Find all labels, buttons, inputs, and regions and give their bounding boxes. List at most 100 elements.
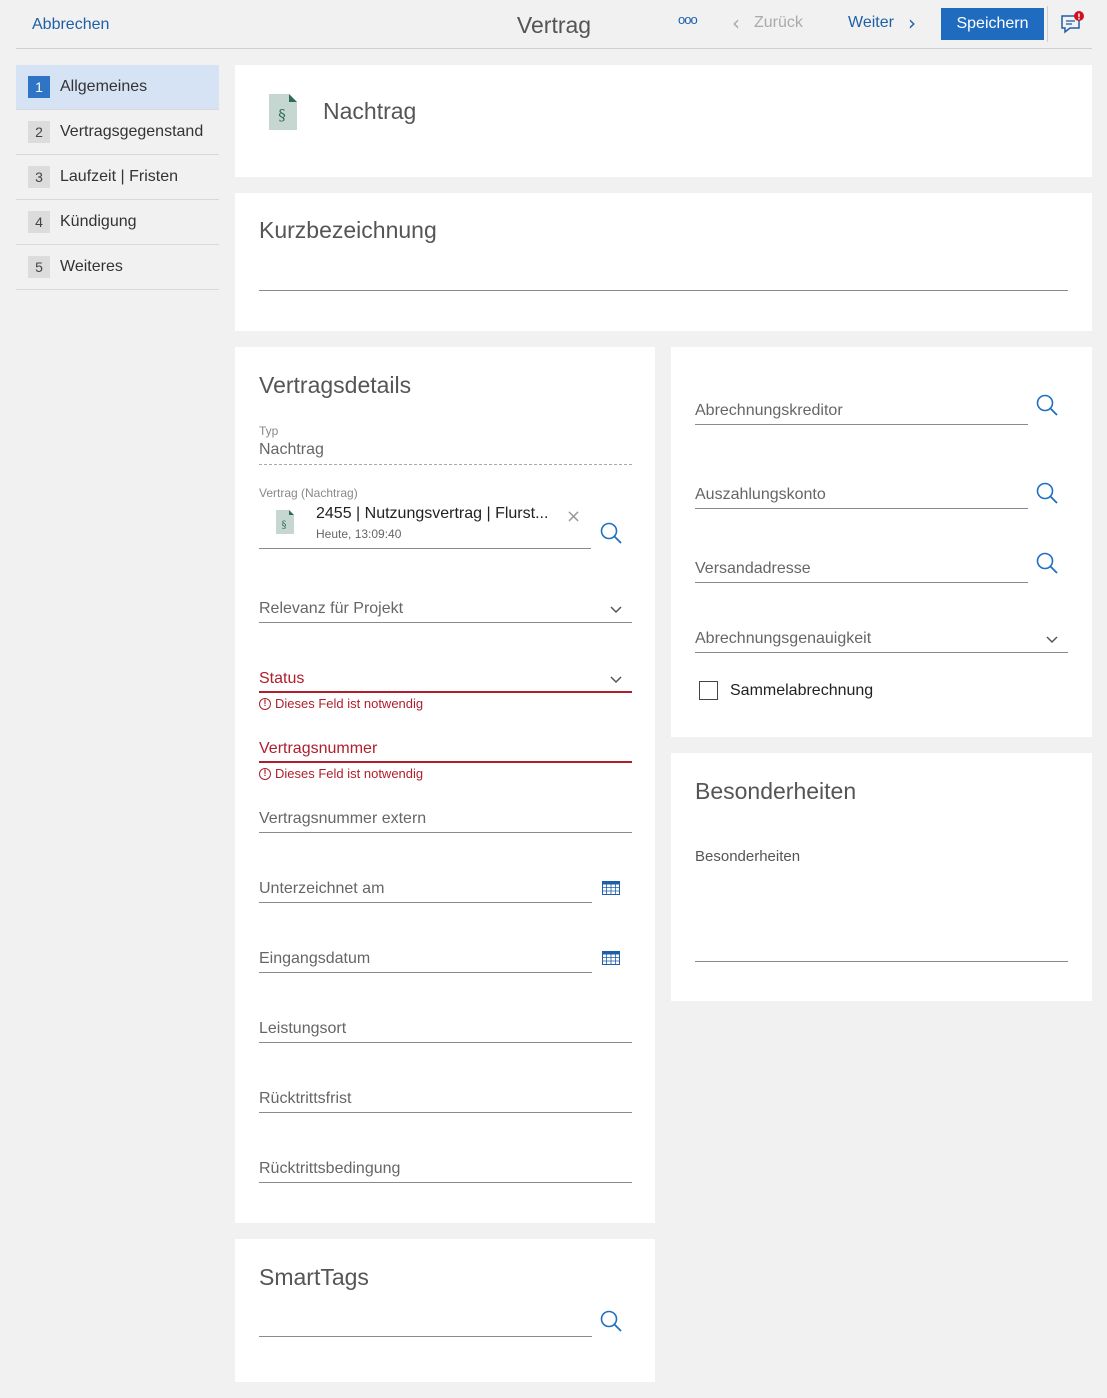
- field-underline: [259, 548, 591, 549]
- typ-value: Nachtrag: [259, 441, 324, 458]
- versandadresse-field[interactable]: Versandadresse: [695, 560, 1028, 583]
- clear-icon[interactable]: ×: [566, 506, 581, 527]
- leistungsort-field[interactable]: Leistungsort: [259, 1020, 632, 1043]
- step-number: 2: [28, 121, 50, 143]
- eingangsdatum-label: Eingangsdatum: [259, 950, 371, 967]
- section-title: SmartTags: [259, 1264, 369, 1290]
- field-underline: [259, 1112, 632, 1113]
- field-underline: [259, 761, 632, 763]
- error-icon: !: [259, 697, 271, 710]
- more-options-button[interactable]: ooo: [678, 12, 698, 27]
- sidebar: 1 Allgemeines 2 Vertragsgegenstand 3 Lau…: [16, 65, 219, 290]
- chat-icon: !: [1061, 11, 1084, 34]
- sidebar-item-label: Vertragsgegenstand: [60, 123, 204, 140]
- field-underline: [259, 902, 592, 903]
- unterzeichnet-am-label: Unterzeichnet am: [259, 880, 385, 897]
- checkbox-box[interactable]: [699, 681, 718, 700]
- sidebar-item-laufzeit[interactable]: 3 Laufzeit | Fristen: [16, 155, 219, 200]
- field-underline: [259, 290, 1068, 291]
- calendar-icon[interactable]: [602, 881, 620, 895]
- linked-contract-timestamp: Heute, 13:09:40: [316, 527, 402, 541]
- smarttags-card: SmartTags: [235, 1239, 655, 1382]
- sidebar-item-kuendigung[interactable]: 4 Kündigung: [16, 200, 219, 245]
- abrechnungsgenauigkeit-label: Abrechnungsgenauigkeit: [695, 630, 872, 647]
- field-underline: [259, 691, 632, 693]
- vertrag-nachtrag-field[interactable]: Vertrag (Nachtrag) § 2455 | Nutzungsvert…: [259, 486, 591, 549]
- sidebar-item-label: Weiteres: [60, 258, 123, 275]
- divider: [1047, 6, 1048, 42]
- calendar-icon[interactable]: [602, 951, 620, 965]
- field-underline: [695, 582, 1028, 583]
- sammelabrechnung-checkbox[interactable]: Sammelabrechnung: [699, 681, 873, 700]
- kurzbezeichnung-label: Kurzbezeichnung: [259, 217, 437, 243]
- unterzeichnet-am-field[interactable]: Unterzeichnet am: [259, 880, 592, 903]
- sidebar-item-vertragsgegenstand[interactable]: 2 Vertragsgegenstand: [16, 110, 219, 155]
- leistungsort-label: Leistungsort: [259, 1020, 347, 1037]
- besonderheiten-card: Besonderheiten Besonderheiten: [671, 753, 1092, 1001]
- record-title: Nachtrag: [323, 98, 417, 124]
- versandadresse-label: Versandadresse: [695, 560, 811, 577]
- sammelabrechnung-label: Sammelabrechnung: [730, 681, 874, 699]
- error-icon: !: [259, 767, 271, 780]
- chevron-left-icon: ‹: [732, 11, 740, 35]
- eingangsdatum-field[interactable]: Eingangsdatum: [259, 950, 592, 973]
- ruecktrittsbedingung-field[interactable]: Rücktrittsbedingung: [259, 1160, 632, 1183]
- sidebar-item-allgemeines[interactable]: 1 Allgemeines: [16, 65, 219, 110]
- ruecktrittsfrist-field[interactable]: Rücktrittsfrist: [259, 1090, 632, 1113]
- smarttags-input[interactable]: [259, 1315, 592, 1337]
- vertragsnummer-extern-label: Vertragsnummer extern: [259, 810, 427, 827]
- save-button[interactable]: Speichern: [941, 8, 1044, 40]
- search-icon[interactable]: [1035, 481, 1059, 505]
- search-icon[interactable]: [1035, 551, 1059, 575]
- contract-document-icon: §: [269, 94, 297, 130]
- abrechnungskreditor-field[interactable]: Abrechnungskreditor: [695, 402, 1028, 425]
- besonderheiten-label: Besonderheiten: [695, 848, 801, 865]
- vertrag-nachtrag-label: Vertrag (Nachtrag): [259, 486, 358, 500]
- linked-contract-title[interactable]: 2455 | Nutzungsvertrag | Flurst...: [316, 505, 548, 523]
- auszahlungskonto-field[interactable]: Auszahlungskonto: [695, 486, 1028, 509]
- section-title: Vertragsdetails: [259, 372, 412, 398]
- error-text: Dieses Feld ist notwendig: [275, 696, 424, 711]
- ruecktrittsbedingung-label: Rücktrittsbedingung: [259, 1160, 401, 1177]
- back-button[interactable]: ‹ Zurück: [732, 11, 803, 35]
- sidebar-item-label: Allgemeines: [60, 78, 148, 95]
- chat-notification-button[interactable]: !: [1060, 11, 1084, 35]
- step-number: 3: [28, 166, 50, 188]
- error-text: Dieses Feld ist notwendig: [275, 766, 424, 781]
- search-icon[interactable]: [1035, 393, 1059, 417]
- chevron-down-icon: [610, 606, 622, 614]
- besonderheiten-textarea[interactable]: Besonderheiten: [695, 848, 1068, 962]
- svg-text:§: §: [282, 520, 287, 531]
- relevanz-dropdown[interactable]: Relevanz für Projekt: [259, 600, 632, 623]
- notification-badge: !: [1077, 13, 1081, 22]
- step-number: 4: [28, 211, 50, 233]
- kurzbezeichnung-field[interactable]: Kurzbezeichnung: [259, 217, 1068, 291]
- search-icon[interactable]: [599, 1309, 623, 1333]
- kurzbezeichnung-card: Kurzbezeichnung: [235, 193, 1092, 331]
- relevanz-label: Relevanz für Projekt: [259, 600, 404, 617]
- field-underline: [259, 1336, 592, 1337]
- vertragsnummer-extern-field[interactable]: Vertragsnummer extern: [259, 810, 632, 833]
- field-underline: [695, 508, 1028, 509]
- next-button[interactable]: Weiter ›: [848, 13, 916, 33]
- typ-label: Typ: [259, 424, 279, 438]
- field-underline: [259, 1182, 632, 1183]
- field-underline: [259, 622, 632, 623]
- ruecktrittsfrist-label: Rücktrittsfrist: [259, 1090, 352, 1107]
- page-title: Vertrag: [516, 12, 592, 38]
- step-number: 5: [28, 256, 50, 278]
- abrechnungsgenauigkeit-dropdown[interactable]: Abrechnungsgenauigkeit: [695, 630, 1068, 653]
- field-underline: [695, 652, 1068, 653]
- status-dropdown[interactable]: Status: [259, 670, 632, 693]
- vertragsnummer-field[interactable]: Vertragsnummer: [259, 740, 632, 763]
- field-underline: [259, 464, 632, 465]
- svg-text:§: §: [278, 106, 286, 124]
- field-underline: [259, 1042, 632, 1043]
- sidebar-item-weiteres[interactable]: 5 Weiteres: [16, 245, 219, 290]
- cancel-button[interactable]: Abbrechen: [32, 16, 109, 34]
- search-icon[interactable]: [599, 521, 623, 545]
- vertragsnummer-label: Vertragsnummer: [259, 740, 378, 757]
- step-number: 1: [28, 76, 50, 98]
- contract-document-icon: §: [276, 510, 294, 534]
- header-card: § Nachtrag: [235, 65, 1092, 177]
